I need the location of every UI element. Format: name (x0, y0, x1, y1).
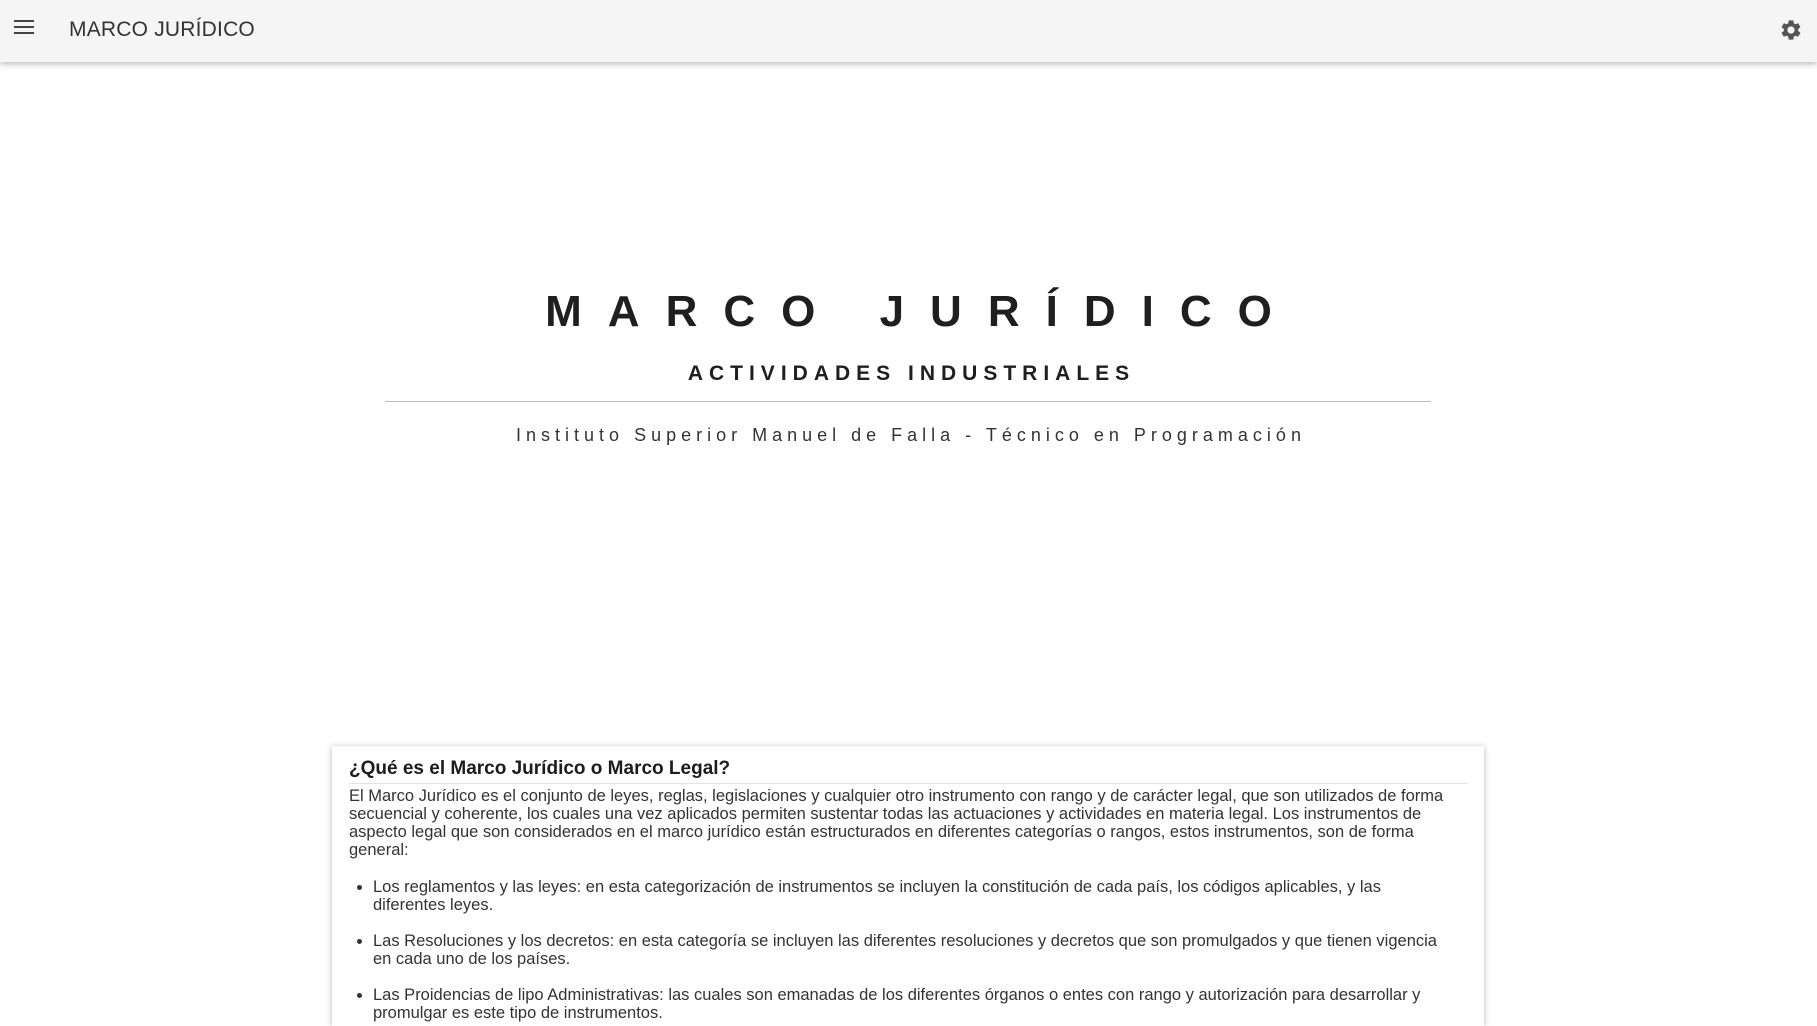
card-title: ¿Qué es el Marco Jurídico o Marco Legal? (349, 758, 1468, 784)
hero-institute: Instituto Superior Manuel de Falla - Téc… (516, 425, 1306, 445)
card-paragraph: El Marco Jurídico es el conjunto de leye… (349, 787, 1444, 859)
top-app-bar: MARCO JURÍDICO (0, 0, 1817, 62)
list-item: Las Resoluciones y los decretos: en esta… (373, 932, 1468, 968)
hero-divider (385, 401, 1431, 402)
hero-subtitle: ACTIVIDADES INDUSTRIALES (687, 362, 1136, 385)
list-item: Las Proidencias de lipo Administrativas:… (373, 986, 1468, 1022)
app-title: MARCO JURÍDICO (69, 18, 255, 41)
gear-icon[interactable] (1779, 18, 1803, 42)
content-card: ¿Qué es el Marco Jurídico o Marco Legal?… (332, 746, 1484, 1026)
hero-title: MARCO JURÍDICO (545, 287, 1298, 336)
menu-icon[interactable] (14, 20, 34, 36)
list-item: Los reglamentos y las leyes: en esta cat… (373, 878, 1468, 914)
card-list: Los reglamentos y las leyes: en esta cat… (349, 878, 1468, 1022)
hero-section: MARCO JURÍDICO ACTIVIDADES INDUSTRIALES … (0, 62, 1817, 742)
